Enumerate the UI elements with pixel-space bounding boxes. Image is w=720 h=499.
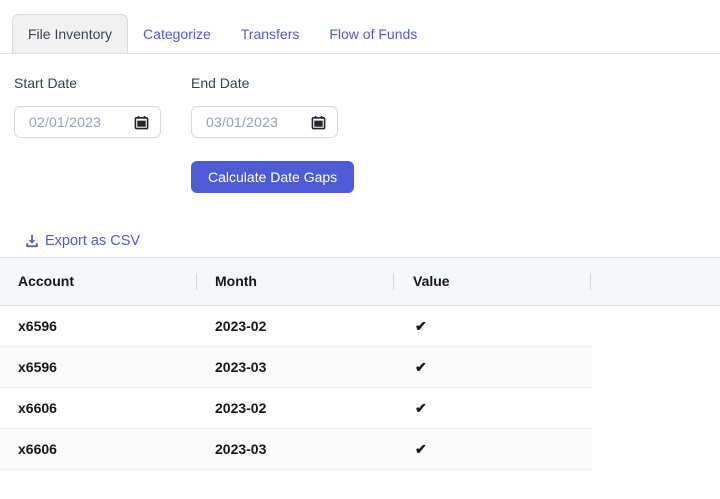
month-cell: 2023-03 (197, 441, 395, 457)
table-row: x6596 2023-02 ✔ (0, 306, 592, 347)
end-date-label: End Date (191, 75, 249, 91)
column-divider (393, 273, 394, 290)
end-date-value: 03/01/2023 (206, 114, 311, 130)
table-row: x6606 2023-03 ✔ (0, 429, 592, 470)
account-cell: x6606 (0, 400, 197, 416)
column-divider (196, 273, 197, 290)
start-date-label: Start Date (14, 75, 77, 91)
tab-file-inventory[interactable]: File Inventory (12, 14, 128, 53)
tab-bar: File Inventory Categorize Transfers Flow… (0, 14, 720, 54)
export-csv-label: Export as CSV (45, 233, 140, 249)
start-date-input[interactable]: 02/01/2023 (14, 106, 161, 138)
column-divider (590, 273, 591, 290)
value-check-cell: ✔ (395, 359, 592, 376)
table-row: x6606 2023-02 ✔ (0, 388, 592, 429)
tab-flow-of-funds[interactable]: Flow of Funds (314, 14, 432, 53)
month-cell: 2023-02 (197, 318, 395, 334)
column-header-account: Account (18, 258, 74, 305)
account-cell: x6606 (0, 441, 197, 457)
download-icon (25, 234, 39, 248)
column-header-month: Month (215, 258, 257, 305)
account-cell: x6596 (0, 359, 197, 375)
column-header-value: Value (413, 258, 450, 305)
tab-transfers[interactable]: Transfers (226, 14, 315, 53)
table-header: Account Month Value (0, 257, 720, 306)
value-check-cell: ✔ (395, 400, 592, 417)
calculate-date-gaps-button[interactable]: Calculate Date Gaps (191, 161, 354, 193)
calendar-icon[interactable] (134, 115, 149, 130)
start-date-value: 02/01/2023 (29, 114, 134, 130)
account-cell: x6596 (0, 318, 197, 334)
file-inventory-page: File Inventory Categorize Transfers Flow… (0, 0, 720, 499)
export-csv-link[interactable]: Export as CSV (25, 233, 140, 249)
value-check-cell: ✔ (395, 441, 592, 458)
end-date-input[interactable]: 03/01/2023 (191, 106, 338, 138)
calendar-icon[interactable] (311, 115, 326, 130)
month-cell: 2023-03 (197, 359, 395, 375)
month-cell: 2023-02 (197, 400, 395, 416)
table-body: x6596 2023-02 ✔ x6596 2023-03 ✔ x6606 20… (0, 306, 592, 470)
tab-categorize[interactable]: Categorize (128, 14, 226, 53)
table-row: x6596 2023-03 ✔ (0, 347, 592, 388)
value-check-cell: ✔ (395, 318, 592, 335)
